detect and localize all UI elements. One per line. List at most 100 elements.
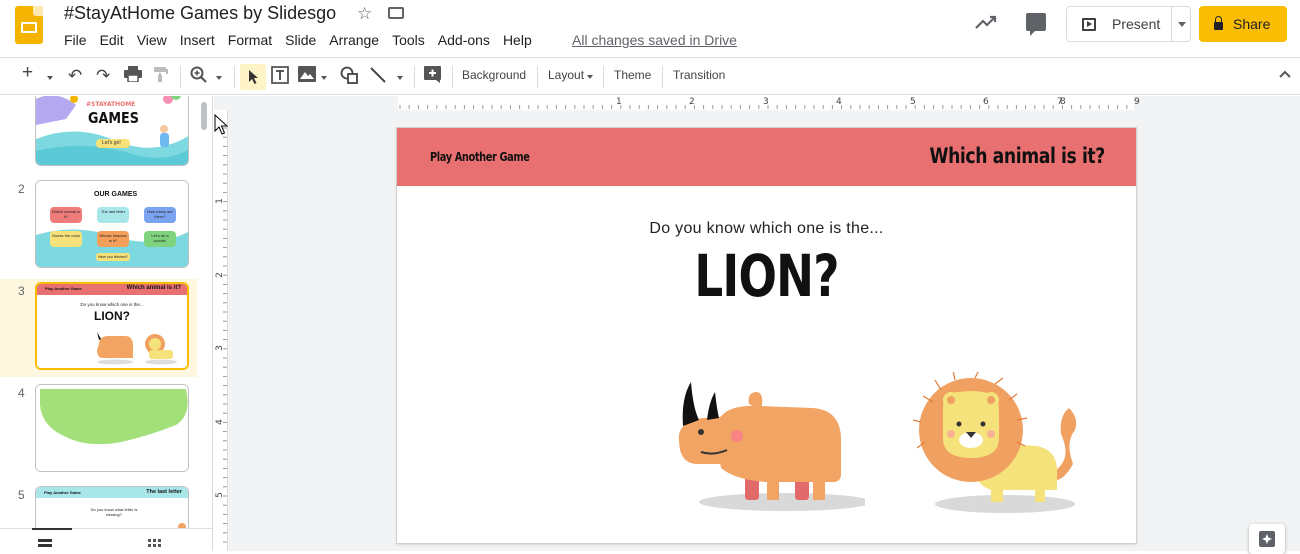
- shape-icon[interactable]: [340, 66, 358, 90]
- ruler-label: 1: [214, 198, 225, 204]
- slide-2-item: The last letter: [100, 209, 126, 214]
- line-dropdown[interactable]: [397, 66, 403, 86]
- slides-logo-icon[interactable]: [15, 6, 43, 44]
- slide-3-question: Do you know which one is the...: [80, 302, 144, 307]
- slide-thumbnail-3[interactable]: Play Another Game Which animal is it? Do…: [35, 282, 189, 370]
- toolbar-divider: [537, 66, 538, 88]
- vertical-ruler[interactable]: 1 2 3 4 5: [214, 110, 228, 551]
- slide-answer-word: LION?: [694, 242, 839, 310]
- slide-5-header-left: Play Another Game: [44, 490, 81, 495]
- ruler-label: 2: [214, 272, 225, 278]
- paint-format-icon[interactable]: [153, 66, 169, 89]
- select-tool-button[interactable]: [240, 64, 266, 90]
- saved-status-link[interactable]: All changes saved in Drive: [572, 32, 737, 48]
- slide-3-header-right: Which animal is it?: [126, 285, 181, 291]
- zoom-dropdown[interactable]: [216, 66, 222, 86]
- print-icon[interactable]: [124, 66, 142, 88]
- new-slide-dropdown[interactable]: [47, 66, 53, 86]
- ruler-label: 8: [1060, 97, 1066, 107]
- textbox-icon[interactable]: [271, 66, 289, 90]
- slide-5-header-right: The last letter: [146, 489, 182, 495]
- present-button[interactable]: Present: [1066, 6, 1191, 42]
- filmstrip-view-icon[interactable]: [38, 539, 52, 551]
- star-icon[interactable]: ☆: [357, 4, 372, 24]
- redo-icon[interactable]: ↷: [96, 66, 110, 86]
- active-view-indicator: [32, 528, 72, 530]
- slide-question-text: Do you know which one is the...: [649, 220, 884, 237]
- layout-button[interactable]: Layout: [548, 68, 594, 82]
- menu-edit[interactable]: Edit: [100, 32, 124, 48]
- menu-addons[interactable]: Add-ons: [438, 32, 490, 48]
- slide-5-question: Do you know what letter is missing?: [90, 507, 138, 517]
- share-label: Share: [1233, 16, 1271, 32]
- explore-sparkle-icon: [1259, 531, 1275, 547]
- slide-2-title: OUR GAMES: [94, 191, 138, 198]
- background-button[interactable]: Background: [462, 68, 526, 82]
- slide-header-bar: Play Another Game Which animal is it?: [397, 128, 1136, 186]
- transition-button[interactable]: Transition: [673, 68, 725, 82]
- explore-button[interactable]: [1249, 524, 1285, 554]
- image-dropdown[interactable]: [321, 66, 327, 86]
- cursor-arrow-icon: [249, 70, 258, 84]
- slide-thumbnail-2[interactable]: OUR GAMES Which animal is it? The last l…: [35, 180, 189, 268]
- ruler-label: 4: [836, 97, 842, 107]
- toolbar-divider: [414, 66, 415, 88]
- play-another-game-link[interactable]: Play Another Game: [430, 150, 530, 164]
- document-title[interactable]: #StayAtHome Games by Slidesgo: [64, 3, 336, 24]
- grid-view-icon[interactable]: [148, 539, 162, 551]
- ruler-label: 3: [763, 97, 769, 107]
- move-folder-icon[interactable]: [388, 7, 404, 19]
- slide-2-footer: Have you finished?: [98, 255, 128, 259]
- slide-thumbnail-4[interactable]: [35, 384, 189, 472]
- theme-button[interactable]: Theme: [614, 68, 651, 82]
- slide-2-item: Which animal is it?: [52, 209, 81, 219]
- slide-header-title: Which animal is it?: [929, 144, 1106, 168]
- menu-help[interactable]: Help: [503, 32, 532, 48]
- slide-1-subtitle: GAMES: [88, 109, 139, 127]
- toolbar-divider: [662, 66, 663, 88]
- line-icon[interactable]: [369, 66, 387, 90]
- lion-illustration[interactable]: [913, 372, 1083, 518]
- toolbar-divider: [180, 66, 181, 88]
- toolbar: + ↶ ↷ Background Layout Theme Transition: [0, 57, 1300, 95]
- ruler-label: 2: [689, 97, 695, 107]
- slide-number-2: 2: [18, 182, 25, 196]
- present-options-dropdown[interactable]: [1171, 7, 1191, 41]
- ruler-label: 4: [214, 419, 225, 425]
- menu-file[interactable]: File: [64, 32, 87, 48]
- filmstrip-scrollbar[interactable]: [201, 102, 207, 130]
- menu-insert[interactable]: Insert: [180, 32, 215, 48]
- slide-1-button: Let's go!: [102, 140, 121, 146]
- slide-thumbnail-1[interactable]: #STAYATHOME GAMES Let's go!: [35, 96, 189, 166]
- new-slide-icon[interactable]: +: [22, 63, 33, 83]
- filmstrip-view-bar: [0, 528, 212, 551]
- activity-trend-icon[interactable]: [975, 14, 997, 30]
- filmstrip-panel: #STAYATHOME GAMES Let's go! 2 OUR GAMES …: [0, 96, 213, 551]
- menu-arrange[interactable]: Arrange: [329, 32, 379, 48]
- horizontal-ruler[interactable]: 1 2 3 4 5 6 7 89: [228, 96, 1300, 110]
- lock-icon: [1214, 16, 1223, 30]
- vertical-ruler-ticks: [223, 127, 227, 543]
- image-icon[interactable]: [298, 66, 316, 88]
- ruler-label: 1: [616, 97, 622, 107]
- menu-tools[interactable]: Tools: [392, 32, 425, 48]
- menu-format[interactable]: Format: [228, 32, 272, 48]
- zoom-icon[interactable]: [190, 66, 208, 90]
- comments-icon[interactable]: [1026, 13, 1046, 36]
- share-button[interactable]: Share: [1199, 6, 1287, 42]
- menu-view[interactable]: View: [137, 32, 167, 48]
- collapse-toolbar-icon[interactable]: [1278, 65, 1292, 85]
- undo-icon[interactable]: ↶: [68, 66, 82, 86]
- toolbar-divider: [603, 66, 604, 88]
- insert-comment-icon[interactable]: [424, 66, 441, 89]
- menu-slide[interactable]: Slide: [285, 32, 316, 48]
- ruler-label: 9: [1134, 97, 1140, 107]
- mouse-pointer-icon: [214, 114, 228, 135]
- current-slide[interactable]: Play Another Game Which animal is it? Do…: [397, 128, 1136, 543]
- ruler-label: 5: [910, 97, 916, 107]
- toolbar-divider: [234, 66, 235, 88]
- slide-number-3: 3: [18, 284, 25, 298]
- rhino-illustration[interactable]: [675, 378, 865, 518]
- ruler-label: 5: [214, 492, 225, 498]
- slide-number-4: 4: [18, 386, 25, 400]
